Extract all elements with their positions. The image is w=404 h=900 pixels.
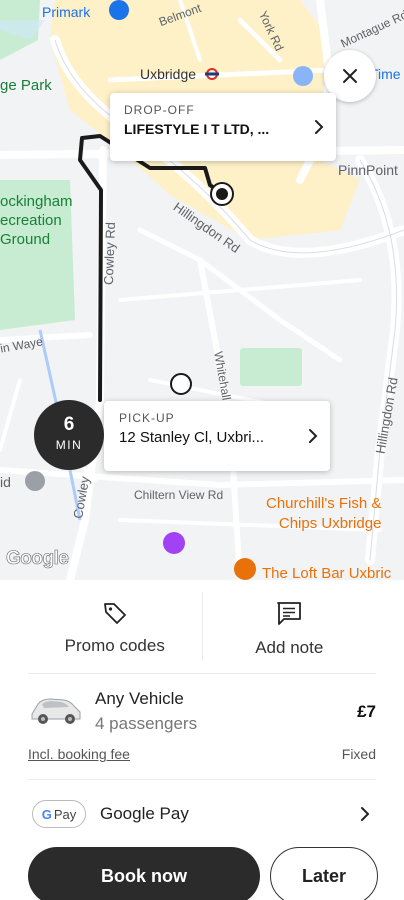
google-pay-badge-text: Pay xyxy=(53,806,77,822)
add-note-button[interactable]: Add note xyxy=(203,580,377,673)
google-logo: Google xyxy=(6,548,70,570)
note-icon xyxy=(277,602,302,625)
chevron-right-icon xyxy=(315,120,324,134)
close-icon xyxy=(343,69,357,83)
fare-price: £7 xyxy=(357,702,376,721)
map-label-park: ge Park xyxy=(0,77,52,94)
book-now-button[interactable]: Book now xyxy=(28,847,260,900)
map-label-id: id xyxy=(0,474,11,490)
fare-type: Fixed xyxy=(341,746,376,762)
car-icon xyxy=(31,698,81,724)
map-label-pinnpoint: PinnPoint xyxy=(338,162,398,178)
map-label-rockingham: ockingham ecreation Ground xyxy=(0,193,73,248)
map-label-chiltern: Chiltern View Rd xyxy=(134,488,224,502)
eta-unit: MIN xyxy=(55,438,83,452)
map-view[interactable]: Primark Belmont York Rd Montague Rd ge P… xyxy=(0,0,404,580)
map-label-loft-bar: The Loft Bar Uxbric xyxy=(262,565,392,580)
promo-codes-label: Promo codes xyxy=(64,636,165,655)
booking-actions: Book now Later xyxy=(28,847,378,900)
booking-fee-link[interactable]: Incl. booking fee xyxy=(28,746,130,762)
vehicle-option[interactable]: Any Vehicle 4 passengers £7 Incl. bookin… xyxy=(28,674,376,780)
vehicle-passengers: 4 passengers xyxy=(95,714,198,733)
chevron-right-icon xyxy=(361,807,370,821)
map-label-cowley-rd: Cowley Rd xyxy=(100,221,119,286)
quick-actions: Promo codes Add note xyxy=(28,580,376,674)
add-note-label: Add note xyxy=(255,638,324,657)
dropoff-caption: DROP-OFF xyxy=(124,103,195,117)
booking-sheet: Promo codes Add note Any Vehicle 4 passe… xyxy=(0,580,404,900)
dropoff-address: LIFESTYLE I T LTD, ... xyxy=(124,121,270,137)
google-g-icon: G xyxy=(41,806,52,822)
eta-value: 6 xyxy=(63,414,75,435)
pickup-address: 12 Stanley Cl, Uxbri... xyxy=(119,429,265,446)
map-label-churchills: Churchill's Fish & Chips Uxbridge xyxy=(266,495,382,532)
pickup-card[interactable]: PICK-UP 12 Stanley Cl, Uxbri... xyxy=(104,401,330,471)
later-button[interactable]: Later xyxy=(270,847,378,900)
payment-method-name: Google Pay xyxy=(100,804,189,823)
pickup-caption: PICK-UP xyxy=(119,411,175,425)
vehicle-name: Any Vehicle xyxy=(95,689,184,708)
eta-badge: 6 MIN xyxy=(34,400,104,470)
map-label-uxbridge: Uxbridge xyxy=(140,66,197,82)
payment-method-row[interactable]: G Pay Google Pay xyxy=(28,780,376,846)
promo-codes-button[interactable]: Promo codes xyxy=(28,580,202,673)
chevron-right-icon xyxy=(309,429,318,443)
tag-icon xyxy=(103,603,126,624)
map-label-primark: Primark xyxy=(42,4,91,20)
google-pay-badge: G Pay xyxy=(32,800,86,828)
dropoff-card[interactable]: DROP-OFF LIFESTYLE I T LTD, ... xyxy=(110,93,336,161)
